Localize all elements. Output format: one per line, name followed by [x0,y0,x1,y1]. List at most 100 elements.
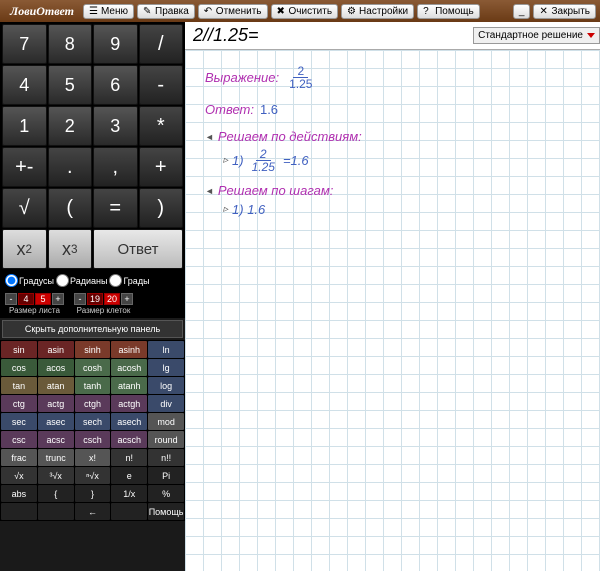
section-steps[interactable]: Решаем по шагам: [205,183,580,198]
expression-fraction: 21.25 [285,65,316,90]
key-divide[interactable]: / [139,24,184,64]
key-minus[interactable]: - [139,65,184,105]
func-actg[interactable]: actg [38,395,74,412]
minimize-button[interactable]: _ [513,4,531,19]
key-equals[interactable]: = [93,188,138,228]
cell-minus[interactable]: - [74,293,86,305]
func-mod[interactable]: mod [148,413,184,430]
key-7[interactable]: 7 [2,24,47,64]
func-log[interactable]: log [148,377,184,394]
func-asinh[interactable]: asinh [111,341,147,358]
func-atan[interactable]: atan [38,377,74,394]
func-acosh[interactable]: acosh [111,359,147,376]
close-button[interactable]: ✕Закрыть [533,4,596,19]
left-panel: 7 8 9 / 4 5 6 - 1 2 3 * +- . , + √ ( = )… [0,22,185,571]
sheet-plus[interactable]: + [52,293,64,305]
radio-degrees[interactable]: Градусы [5,274,54,287]
func-cos[interactable]: cos [1,359,37,376]
key-multiply[interactable]: * [139,106,184,146]
help-button[interactable]: ?Помощь [417,4,480,19]
section-actions[interactable]: Решаем по действиям: [205,129,580,144]
radio-grads[interactable]: Грады [109,274,149,287]
expression-input[interactable]: 2//1.25= [185,22,473,49]
func-sin[interactable]: sin [1,341,37,358]
func-e[interactable]: e [111,467,147,484]
func-x![interactable]: x! [75,449,111,466]
func-acsch[interactable]: acsch [111,431,147,448]
func-ln[interactable]: ln [148,341,184,358]
hide-panel-button[interactable]: Скрыть дополнительную панель [2,320,183,338]
func-asec[interactable]: asec [38,413,74,430]
key-3[interactable]: 3 [93,106,138,146]
key-x3[interactable]: x3 [48,229,93,269]
solution-paper: Выражение: 21.25 Ответ: 1.6 Решаем по де… [185,50,600,571]
func-sec[interactable]: sec [1,413,37,430]
func-sech[interactable]: sech [75,413,111,430]
func-frac[interactable]: frac [1,449,37,466]
sheet-minus[interactable]: - [5,293,17,305]
cell-plus[interactable]: + [121,293,133,305]
cell-label: Размер клеток [77,306,131,315]
func-{[interactable]: { [38,485,74,502]
func-csc[interactable]: csc [1,431,37,448]
key-4[interactable]: 4 [2,65,47,105]
func-tanh[interactable]: tanh [75,377,111,394]
close-icon: ✕ [539,6,549,16]
titlebar: ЛовиОтвет ☰Меню ✎Правка ↶Отменить ✖Очист… [0,0,600,22]
func-%[interactable]: % [148,485,184,502]
key-plusminus[interactable]: +- [2,147,47,187]
func-ⁿ√x[interactable]: ⁿ√x [75,467,111,484]
func-ctg[interactable]: ctg [1,395,37,412]
func-lg[interactable]: lg [148,359,184,376]
keypad: 7 8 9 / 4 5 6 - 1 2 3 * +- . , + √ ( = )… [0,22,185,271]
func-tan[interactable]: tan [1,377,37,394]
key-5[interactable]: 5 [48,65,93,105]
key-dot[interactable]: . [48,147,93,187]
func-cosh[interactable]: cosh [75,359,111,376]
func-n![interactable]: n! [111,449,147,466]
func-³√x[interactable]: ³√x [38,467,74,484]
func-round[interactable]: round [148,431,184,448]
func-acos[interactable]: acos [38,359,74,376]
func-Помощь[interactable]: Помощь [148,503,184,520]
clear-button[interactable]: ✖Очистить [271,4,339,19]
key-x2[interactable]: x2 [2,229,47,269]
key-plus[interactable]: + [139,147,184,187]
key-comma[interactable]: , [93,147,138,187]
func-trunc[interactable]: trunc [38,449,74,466]
func-√x[interactable]: √x [1,467,37,484]
cell-v1: 19 [87,293,103,305]
undo-button[interactable]: ↶Отменить [198,4,268,19]
sheet-v1: 4 [18,293,34,305]
func-ctgh[interactable]: ctgh [75,395,111,412]
key-rparen[interactable]: ) [139,188,184,228]
func-actgh[interactable]: actgh [111,395,147,412]
edit-button[interactable]: ✎Правка [137,4,195,19]
func-}[interactable]: } [75,485,111,502]
menu-button[interactable]: ☰Меню [83,4,134,19]
answer-label: Ответ: [205,102,254,117]
func-Pi[interactable]: Pi [148,467,184,484]
func-asin[interactable]: asin [38,341,74,358]
func-sinh[interactable]: sinh [75,341,111,358]
func-div[interactable]: div [148,395,184,412]
func-csch[interactable]: csch [75,431,111,448]
key-8[interactable]: 8 [48,24,93,64]
radio-radians[interactable]: Радианы [56,274,107,287]
key-9[interactable]: 9 [93,24,138,64]
key-1[interactable]: 1 [2,106,47,146]
key-6[interactable]: 6 [93,65,138,105]
func-n!![interactable]: n!! [148,449,184,466]
func-atanh[interactable]: atanh [111,377,147,394]
settings-button[interactable]: ⚙Настройки [341,4,414,19]
key-sqrt[interactable]: √ [2,188,47,228]
mode-select[interactable]: Стандартное решение [473,27,600,44]
key-answer[interactable]: Ответ [93,229,183,269]
func-←[interactable]: ← [75,503,111,520]
func-abs[interactable]: abs [1,485,37,502]
key-lparen[interactable]: ( [48,188,93,228]
func-acsc[interactable]: acsc [38,431,74,448]
func-asech[interactable]: asech [111,413,147,430]
func-1/x[interactable]: 1/x [111,485,147,502]
key-2[interactable]: 2 [48,106,93,146]
